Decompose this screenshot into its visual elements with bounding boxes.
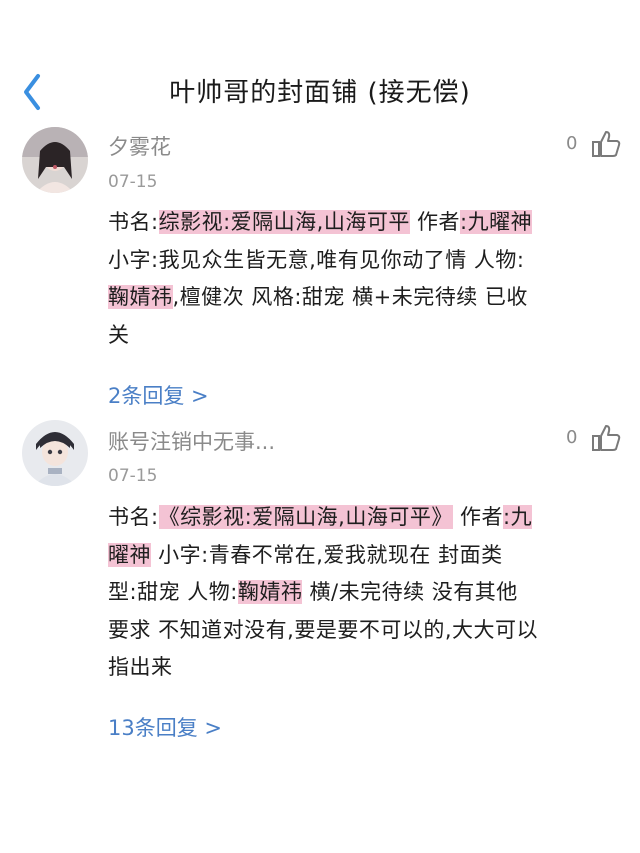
body-line: 小字:我见众生皆无意,唯有见你动了情 人物: (108, 247, 525, 272)
thumbs-up-icon[interactable] (590, 128, 622, 160)
body-line: 曜神 小字:青春不常在,爱我就现在 封面类 (108, 542, 503, 567)
replies-link[interactable]: 2条回复 > (108, 380, 209, 410)
comment-body: 书名:《综影视:爱隔山海,山海可平》 作者:九 曜神 小字:青春不常在,爱我就现… (108, 499, 640, 687)
top-bar: 叶帅哥的封面铺 (接无偿) (0, 0, 640, 125)
highlighted-text: :九 (503, 505, 533, 529)
highlighted-text: 鞠婧祎 (108, 285, 173, 309)
body-line: 关 (108, 322, 130, 347)
highlighted-text: 《综影视:爱隔山海,山海可平》 (158, 505, 453, 529)
username[interactable]: 夕雾花 (108, 131, 171, 161)
highlighted-text: 曜神 (108, 542, 151, 567)
body-line: 书名:综影视:爱隔山海,山海可平 作者:九曜神 (108, 210, 533, 234)
page-title: 叶帅哥的封面铺 (接无偿) (169, 78, 471, 108)
body-line: 书名:《综影视:爱隔山海,山海可平》 作者:九 (108, 505, 533, 529)
avatar[interactable] (22, 420, 88, 486)
like-count: 0 (566, 133, 578, 154)
username[interactable]: 账号注销中无事... (108, 426, 275, 456)
body-line: 指出来 (108, 655, 173, 679)
highlighted-text: 鞠婧祎 (237, 580, 303, 604)
comment-body: 书名:综影视:爱隔山海,山海可平 作者:九曜神 小字:我见众生皆无意,唯有见你动… (108, 204, 640, 354)
comment-date: 07-15 (108, 172, 158, 192)
body-line: 鞠婧祎,檀健次 风格:甜宠 横+未完待续 已收 (108, 285, 528, 309)
thumbs-up-icon[interactable] (590, 422, 622, 454)
highlighted-text: :九曜神 (460, 210, 533, 234)
avatar[interactable] (22, 127, 88, 193)
replies-link[interactable]: 13条回复 > (108, 712, 222, 742)
body-line: 型:甜宠 人物:鞠婧祎 横/未完待续 没有其他 (108, 580, 518, 604)
comment-date: 07-15 (108, 466, 158, 486)
highlighted-text: 综影视:爱隔山海,山海可平 (158, 210, 410, 234)
body-line: 要求 不知道对没有,要是要不可以的,大大可以 (108, 617, 539, 642)
like-count: 0 (566, 427, 578, 448)
